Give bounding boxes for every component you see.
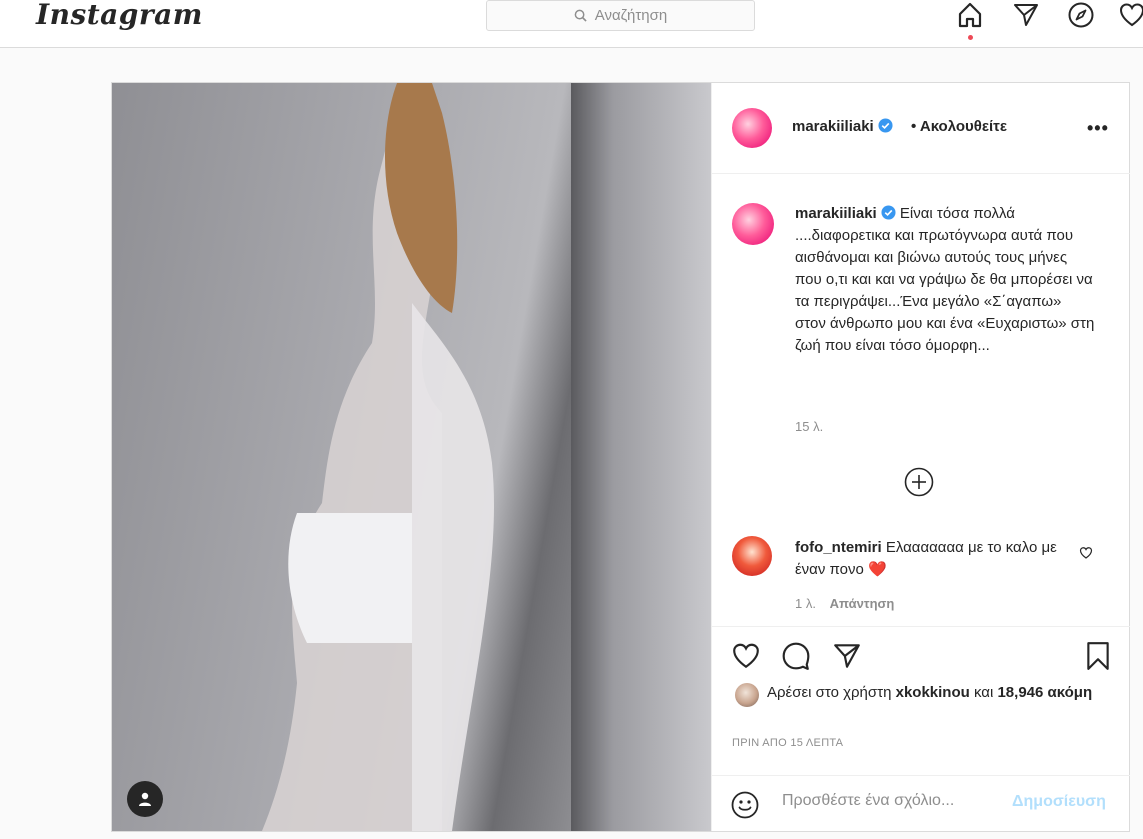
- author-avatar[interactable]: [732, 108, 772, 148]
- likes-summary: Αρέσει στο χρήστη xkokkinou και 18,946 α…: [767, 682, 1107, 704]
- more-options-icon[interactable]: •••: [1087, 118, 1109, 139]
- post-sidebar: marakiiliaki • Ακολουθείτε ••• marakiili…: [711, 83, 1130, 831]
- post-caption: marakiiliaki Είναι τόσα πολλά ....διαφορ…: [795, 203, 1095, 357]
- comment-age: 1 λ.: [795, 596, 816, 611]
- comment-like-heart-icon[interactable]: [1079, 546, 1093, 560]
- author-username[interactable]: marakiiliaki: [792, 118, 874, 135]
- search-placeholder: Αναζήτηση: [594, 7, 668, 24]
- load-more-comments-button[interactable]: [904, 467, 934, 497]
- like-heart-icon[interactable]: [729, 639, 763, 673]
- liker-avatar[interactable]: [735, 683, 759, 707]
- user-icon: [139, 792, 151, 806]
- save-bookmark-icon[interactable]: [1081, 639, 1115, 673]
- direct-message-icon[interactable]: [1011, 0, 1041, 30]
- plus-circle-icon: [904, 467, 934, 497]
- search-box[interactable]: Αναζήτηση: [486, 0, 755, 31]
- top-nav: Instagram Αναζήτηση: [0, 0, 1143, 48]
- commenter-avatar[interactable]: [732, 536, 772, 576]
- activity-heart-icon[interactable]: [1117, 0, 1143, 30]
- emoji-smiley-icon[interactable]: [730, 790, 760, 820]
- comment-emoji: ❤️: [868, 561, 887, 578]
- comment-item: fofo_ntemiri Ελααααααα με το καλο με ένα…: [795, 537, 1075, 581]
- following-status[interactable]: • Ακολουθείτε: [911, 118, 1007, 135]
- caption-text: Είναι τόσα πολλά ....διαφορετικα και πρω…: [795, 205, 1095, 354]
- post-timestamp[interactable]: ΠΡΙΝ ΑΠΟ 15 ΛΕΠΤΑ: [732, 737, 843, 749]
- caption-author-avatar[interactable]: [732, 203, 774, 245]
- post-card: marakiiliaki • Ακολουθείτε ••• marakiili…: [111, 82, 1130, 832]
- home-notification-dot: [968, 35, 973, 40]
- post-header: marakiiliaki • Ακολουθείτε •••: [712, 83, 1130, 174]
- post-actions: Αρέσει στο χρήστη xkokkinou και 18,946 α…: [712, 626, 1130, 784]
- photo-figure: [262, 83, 494, 831]
- explore-icon[interactable]: [1066, 0, 1096, 30]
- liker-username[interactable]: xkokkinou: [896, 684, 970, 701]
- comment-meta: 1 λ. Απάντηση: [795, 596, 894, 611]
- comment-bubble-icon[interactable]: [779, 639, 813, 673]
- comment-reply-link[interactable]: Απάντηση: [830, 596, 895, 611]
- add-comment-input[interactable]: [782, 792, 1002, 810]
- likes-count[interactable]: 18,946 ακόμη: [997, 684, 1092, 701]
- caption-age: 15 λ.: [795, 419, 824, 434]
- post-comment-button[interactable]: Δημοσίευση: [1012, 793, 1106, 811]
- verified-badge-icon: [881, 205, 896, 220]
- add-comment-bar: Δημοσίευση: [712, 775, 1130, 831]
- comment-username[interactable]: fofo_ntemiri: [795, 539, 882, 556]
- tagged-users-button[interactable]: [127, 781, 163, 817]
- likes-joiner: και: [973, 684, 994, 701]
- post-photo[interactable]: [112, 83, 711, 831]
- share-send-icon[interactable]: [830, 639, 864, 673]
- caption-username[interactable]: marakiiliaki: [795, 205, 877, 222]
- verified-badge-icon: [878, 118, 893, 133]
- comments-section: marakiiliaki Είναι τόσα πολλά ....διαφορ…: [712, 175, 1130, 625]
- author-username-row: marakiiliaki: [792, 118, 893, 135]
- search-icon: [574, 9, 587, 22]
- instagram-logo[interactable]: Instagram: [36, 0, 203, 34]
- likes-prefix: Αρέσει στο χρήστη: [767, 684, 892, 701]
- home-icon[interactable]: [955, 0, 985, 30]
